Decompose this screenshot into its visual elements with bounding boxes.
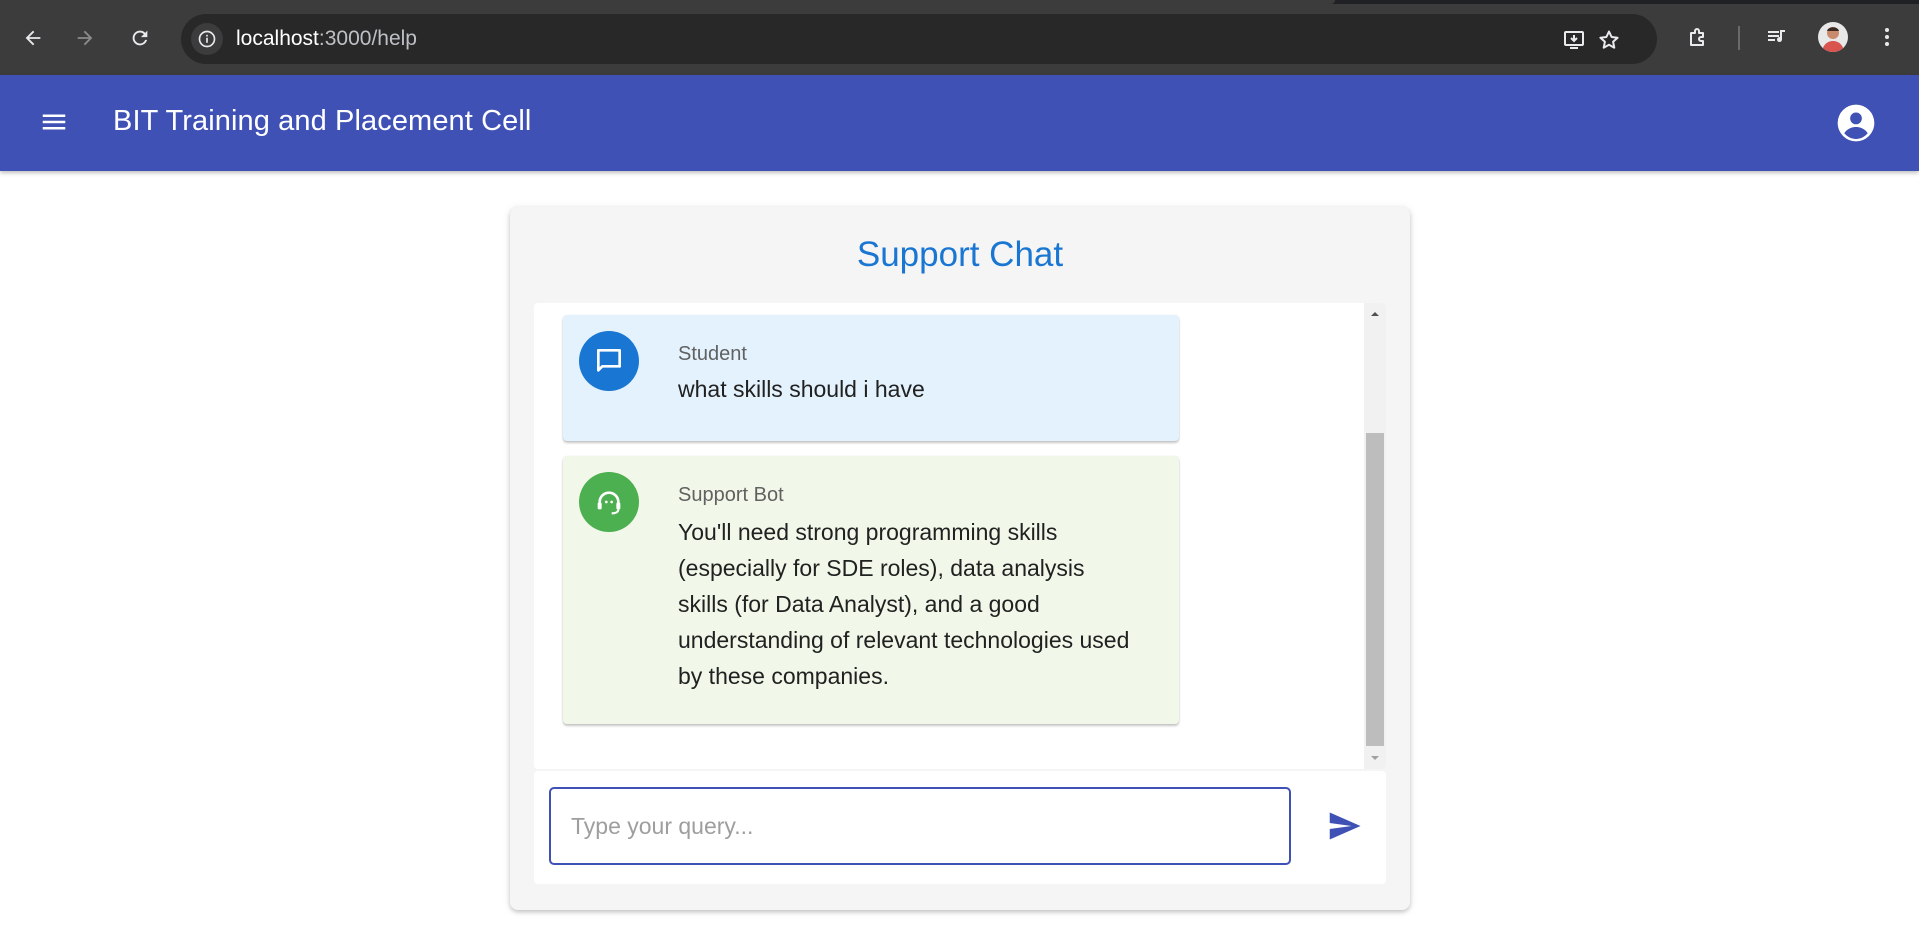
- tab-strip: [0, 0, 1919, 4]
- message-student: Student what skills should i have: [563, 315, 1179, 441]
- send-button[interactable]: [1320, 802, 1368, 850]
- chat-bubble-icon: [597, 349, 621, 372]
- hamburger-icon: [42, 114, 66, 130]
- support-chat-card: Support Chat Student what skills should …: [510, 207, 1410, 910]
- query-input[interactable]: [549, 787, 1291, 865]
- student-avatar: [579, 331, 639, 391]
- site-info-icon[interactable]: [191, 23, 223, 55]
- media-controls-icon[interactable]: [1762, 22, 1792, 52]
- reload-button[interactable]: [120, 18, 160, 58]
- scroll-down-arrow-icon[interactable]: [1364, 747, 1386, 769]
- forward-button[interactable]: [65, 18, 105, 58]
- account-circle-icon: [1837, 104, 1875, 142]
- url-host: localhost: [236, 27, 319, 50]
- headset-support-icon: [597, 491, 621, 515]
- address-bar[interactable]: localhost:3000/help: [181, 14, 1657, 64]
- bookmark-star-icon[interactable]: [1595, 26, 1623, 54]
- message-scrollbar[interactable]: [1364, 303, 1386, 769]
- url-text[interactable]: localhost:3000/help: [236, 27, 417, 51]
- extensions-puzzle-icon[interactable]: [1684, 22, 1714, 52]
- browser-menu-icon[interactable]: [1872, 22, 1902, 52]
- menu-button[interactable]: [32, 100, 76, 144]
- message-text: what skills should i have: [678, 376, 925, 402]
- reload-icon: [132, 30, 148, 46]
- bot-avatar: [579, 472, 639, 532]
- message-sender: Support Bot: [678, 484, 784, 506]
- scroll-up-arrow-icon[interactable]: [1364, 303, 1386, 325]
- chat-input-area: [534, 771, 1386, 884]
- send-icon: [1329, 812, 1361, 840]
- toolbar-divider: [1738, 26, 1740, 50]
- app-bar: BIT Training and Placement Cell: [0, 75, 1919, 171]
- install-app-icon[interactable]: [1560, 26, 1588, 54]
- arrow-left-icon: [25, 30, 41, 46]
- message-list[interactable]: Student what skills should i have Suppor…: [534, 303, 1386, 769]
- url-path: :3000/help: [318, 27, 417, 50]
- message-text: You'll need strong programming skills (e…: [678, 519, 1130, 689]
- message-bot: Support Bot You'll need strong programmi…: [563, 456, 1179, 724]
- arrow-right-icon: [77, 30, 93, 46]
- message-sender: Student: [678, 343, 747, 365]
- chat-title: Support Chat: [856, 235, 1064, 274]
- back-button[interactable]: [13, 18, 53, 58]
- browser-toolbar: localhost:3000/help: [0, 0, 1919, 75]
- account-button[interactable]: [1834, 101, 1878, 145]
- active-tab-edge: [0, 0, 1335, 4]
- app-title: BIT Training and Placement Cell: [113, 105, 532, 137]
- scroll-thumb[interactable]: [1366, 433, 1384, 746]
- profile-avatar[interactable]: [1818, 22, 1848, 52]
